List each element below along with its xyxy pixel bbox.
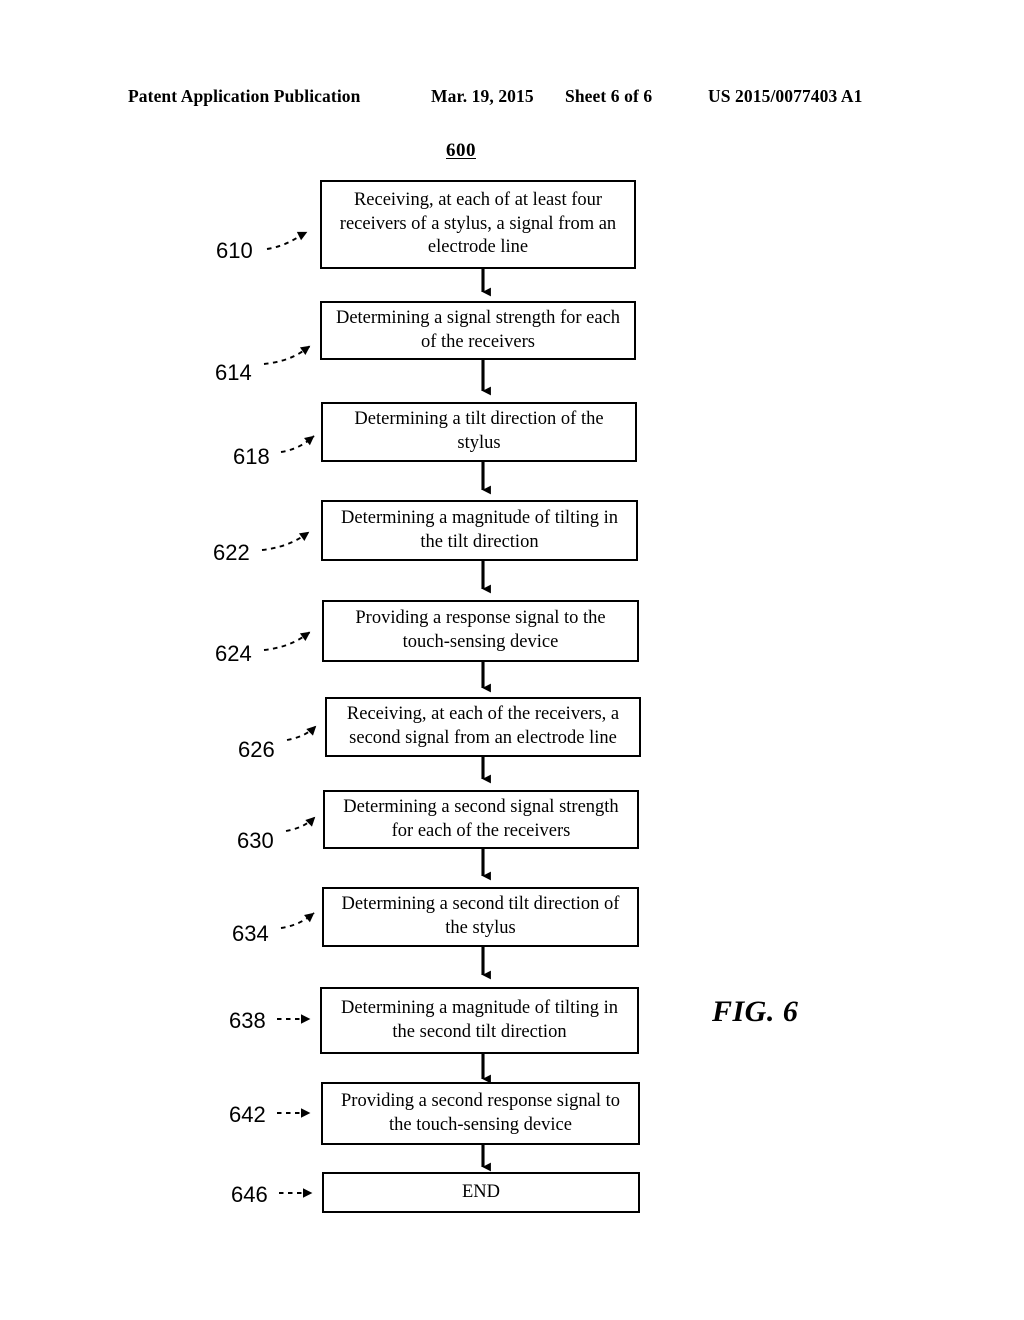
flowchart-step-630-label: Determining a second signal strength for… — [343, 796, 619, 841]
flowchart-step-610: Receiving, at each of at least four rece… — [320, 180, 636, 269]
reference-numeral-630: 630 — [237, 828, 274, 853]
flowchart-step-646-end: END — [322, 1172, 640, 1213]
figure-id-label: 600 — [446, 140, 476, 161]
flowchart-step-634-label: Determining a second tilt direction of t… — [341, 894, 620, 938]
flowchart-step-646-label: END — [461, 1181, 501, 1202]
header-publication-number: US 2015/0077403 A1 — [708, 86, 863, 106]
publication-header: Patent Application Publication Mar. 19, … — [128, 86, 896, 110]
flowchart-step-626: Receiving, at each of the receivers, a s… — [325, 697, 641, 757]
flowchart-step-622: Determining a magnitude of tilting in th… — [321, 500, 638, 561]
figure-caption: FIG. 6 — [712, 995, 799, 1028]
flowchart-step-626-label: Receiving, at each of the receivers, a s… — [346, 704, 620, 748]
header-sheet-number: Sheet 6 of 6 — [565, 86, 653, 106]
flowchart-step-618: Determining a tilt direction of the styl… — [321, 402, 637, 462]
patent-figure-page: Patent Application Publication Mar. 19, … — [0, 0, 1024, 1320]
flowchart-step-614-label: Determining a signal strength for each o… — [335, 307, 621, 352]
reference-numeral-642: 642 — [229, 1102, 266, 1127]
reference-numeral-634: 634 — [232, 921, 269, 946]
reference-numeral-626: 626 — [238, 737, 275, 762]
flowchart-step-642-label: Providing a second response signal to th… — [341, 1090, 620, 1135]
reference-numeral-618: 618 — [233, 444, 270, 469]
flowchart-step-638-label: Determining a magnitude of tilting in th… — [341, 997, 618, 1042]
flowchart-step-638: Determining a magnitude of tilting in th… — [320, 987, 639, 1054]
flowchart-step-630: Determining a second signal strength for… — [323, 790, 639, 849]
flowchart-step-624: Providing a response signal to the touch… — [322, 600, 639, 662]
header-publication-date: Mar. 19, 2015 — [431, 86, 534, 106]
flowchart-step-634: Determining a second tilt direction of t… — [322, 887, 639, 947]
reference-numeral-622: 622 — [213, 540, 250, 565]
flowchart-step-618-label: Determining a tilt direction of the styl… — [354, 409, 604, 453]
flowchart-step-622-label: Determining a magnitude of tilting in th… — [341, 507, 618, 552]
flowchart-step-642: Providing a second response signal to th… — [321, 1082, 640, 1145]
header-publication-type: Patent Application Publication — [128, 86, 361, 106]
flowchart-step-624-label: Providing a response signal to the touch… — [355, 608, 606, 652]
flowchart-step-614: Determining a signal strength for each o… — [320, 301, 636, 360]
reference-numeral-610: 610 — [216, 238, 253, 263]
reference-numeral-624: 624 — [215, 641, 252, 666]
reference-numeral-614: 614 — [215, 360, 252, 385]
reference-numeral-638: 638 — [229, 1008, 266, 1033]
reference-numeral-646: 646 — [231, 1182, 268, 1207]
flowchart-step-610-label: Receiving, at each of at least four rece… — [339, 189, 617, 258]
